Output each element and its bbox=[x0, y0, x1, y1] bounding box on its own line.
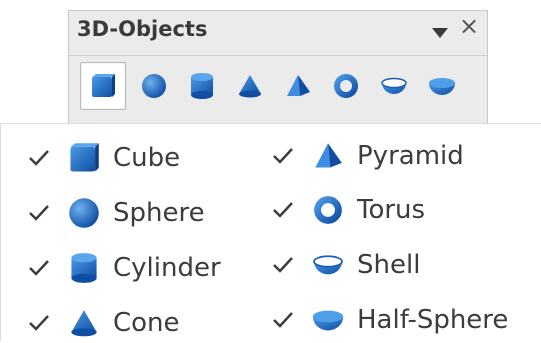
menu-item-label: Cone bbox=[113, 308, 180, 338]
menu-item-label: Half-Sphere bbox=[357, 305, 509, 335]
checkmark-icon bbox=[29, 315, 49, 331]
pyramid-icon bbox=[287, 75, 310, 96]
menu-item-label: Cube bbox=[113, 143, 181, 173]
checkmark-icon bbox=[273, 312, 293, 328]
cube-icon bbox=[92, 74, 115, 97]
checkmark-icon bbox=[273, 257, 293, 273]
triangle-down-icon[interactable] bbox=[431, 24, 449, 43]
menu-item-cone[interactable]: Cone bbox=[27, 303, 180, 343]
half-sphere-button[interactable] bbox=[419, 62, 465, 110]
menu-item-cube[interactable]: Cube bbox=[27, 138, 180, 178]
cube-icon bbox=[65, 141, 103, 175]
menu-item-label: Sphere bbox=[113, 198, 205, 228]
pyramid-button[interactable] bbox=[275, 62, 321, 110]
torus-icon bbox=[334, 74, 358, 98]
menu-item-label: Shell bbox=[357, 250, 421, 280]
menu-item-torus[interactable]: Torus bbox=[271, 190, 425, 230]
close-icon[interactable]: × bbox=[459, 14, 479, 38]
torus-icon bbox=[309, 193, 347, 227]
checkmark-icon bbox=[29, 260, 49, 276]
menu-item-cylinder[interactable]: Cylinder bbox=[27, 248, 221, 288]
shell-icon bbox=[381, 77, 407, 94]
cylinder-icon bbox=[191, 73, 213, 99]
torus-button[interactable] bbox=[323, 62, 369, 110]
cube-button[interactable] bbox=[80, 62, 126, 110]
toolbar-buttons bbox=[77, 62, 479, 118]
sphere-button[interactable] bbox=[131, 62, 177, 110]
pyramid-icon bbox=[309, 139, 347, 173]
menu-item-shell[interactable]: Shell bbox=[271, 245, 420, 285]
cone-icon bbox=[65, 306, 103, 340]
cylinder-button[interactable] bbox=[179, 62, 225, 110]
toolbar-title: 3D-Objects bbox=[77, 17, 208, 41]
checkmark-icon bbox=[29, 205, 49, 221]
cylinder-icon bbox=[65, 251, 103, 285]
toolbar-divider bbox=[69, 55, 487, 56]
cone-button[interactable] bbox=[227, 62, 273, 110]
shell-icon bbox=[309, 248, 347, 282]
checkmark-icon bbox=[273, 202, 293, 218]
menu-item-sphere[interactable]: Sphere bbox=[27, 193, 205, 233]
checkmark-icon bbox=[273, 148, 293, 164]
half-sphere-icon bbox=[429, 78, 455, 95]
checkmark-icon bbox=[29, 150, 49, 166]
3d-objects-toolbar: 3D-Objects × bbox=[68, 10, 488, 124]
sphere-icon bbox=[65, 196, 103, 230]
sphere-icon bbox=[142, 74, 166, 98]
half-sphere-icon bbox=[309, 303, 347, 337]
menu-item-label: Torus bbox=[357, 195, 426, 225]
menu-item-half-sphere[interactable]: Half-Sphere bbox=[271, 300, 508, 340]
shell-button[interactable] bbox=[371, 62, 417, 110]
menu-item-pyramid[interactable]: Pyramid bbox=[271, 136, 464, 176]
cone-icon bbox=[239, 75, 261, 98]
menu-item-label: Pyramid bbox=[357, 141, 464, 171]
menu-item-label: Cylinder bbox=[113, 253, 221, 283]
3d-objects-visible-buttons-menu: Cube Sphere Cylinder Cone Pyramid Torus … bbox=[0, 123, 541, 341]
